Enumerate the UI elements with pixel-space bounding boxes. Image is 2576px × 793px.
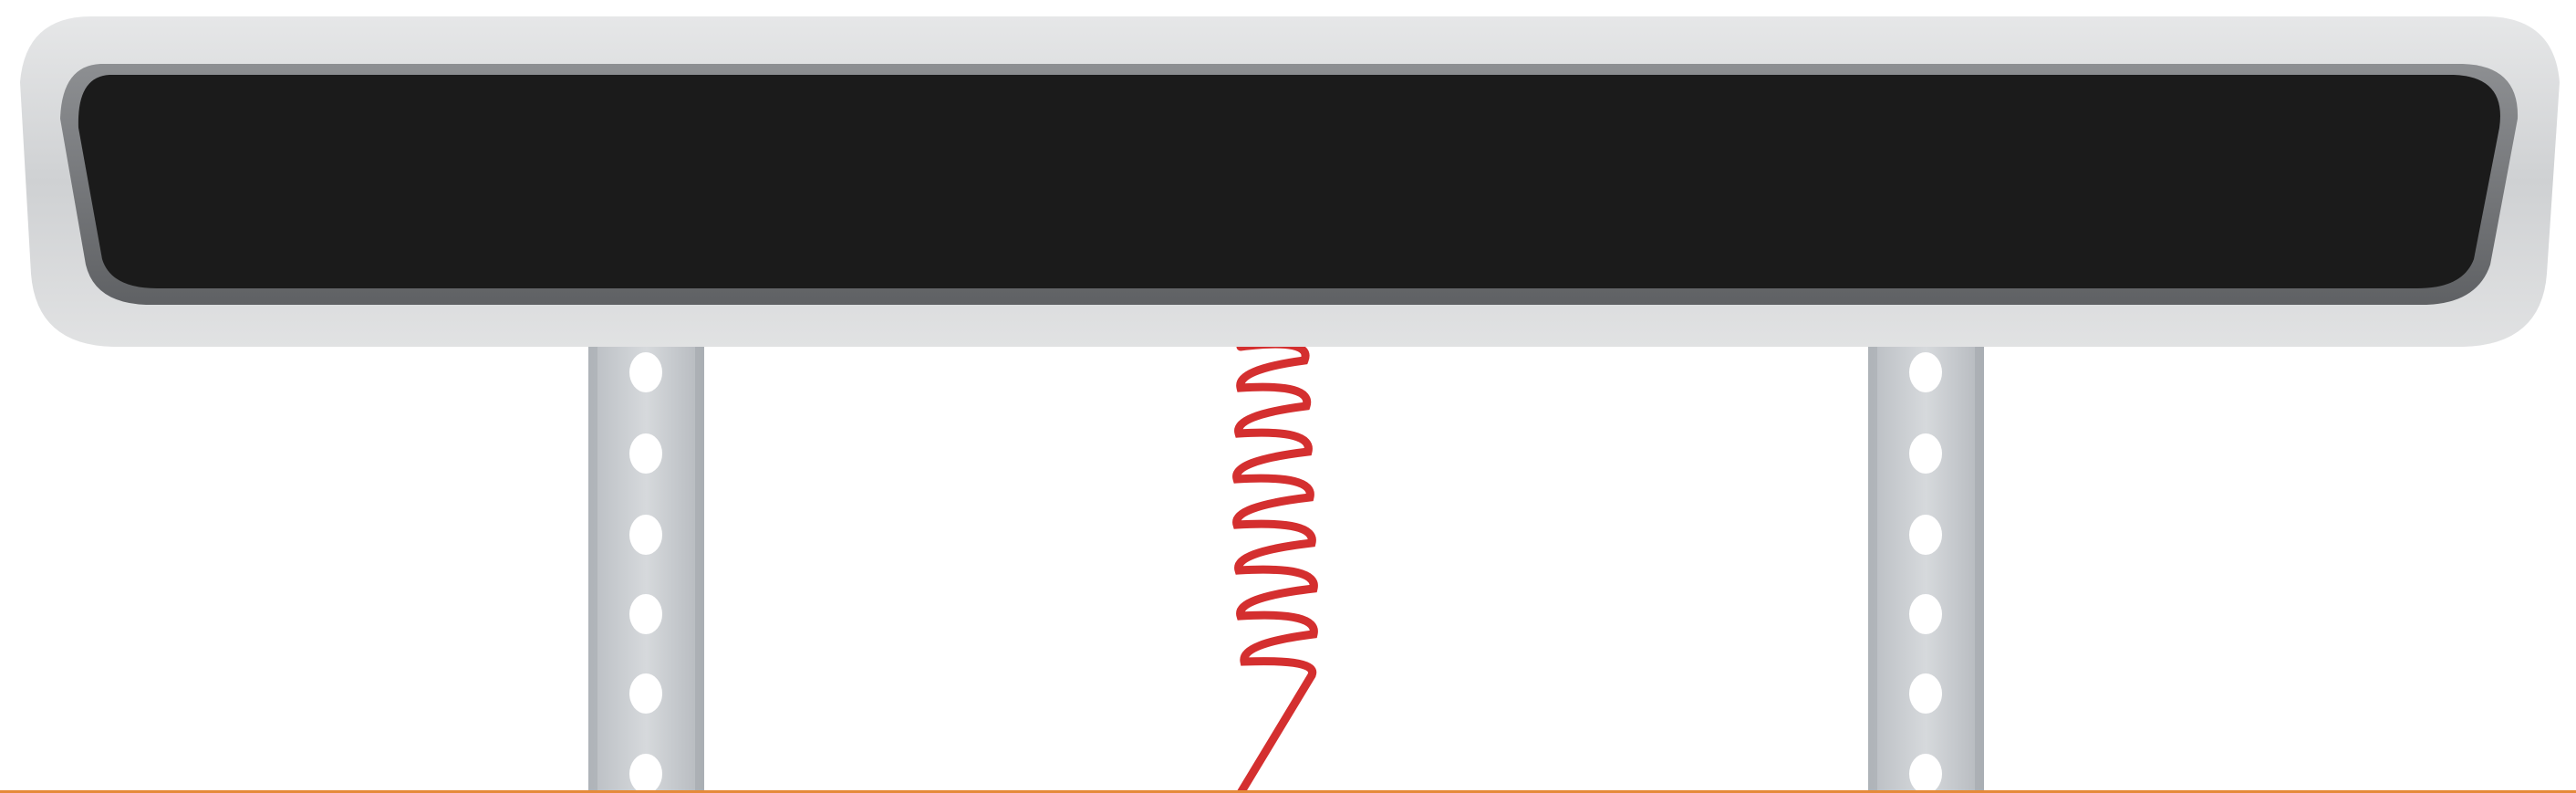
post-hole xyxy=(1909,515,1942,555)
post-hole xyxy=(629,515,662,555)
post-hole xyxy=(1909,352,1942,392)
right-post xyxy=(1868,342,1984,793)
post-hole xyxy=(1909,673,1942,714)
post-hole xyxy=(629,433,662,474)
post-hole xyxy=(629,673,662,714)
post-hole xyxy=(1909,433,1942,474)
post-hole xyxy=(1909,754,1942,793)
post-hole xyxy=(1909,594,1942,634)
display-panel xyxy=(78,75,2500,288)
signboard-illustration xyxy=(0,16,2576,793)
post-hole xyxy=(629,754,662,793)
signboard-scene xyxy=(0,0,2576,793)
left-post xyxy=(588,342,704,793)
post-hole xyxy=(629,352,662,392)
post-hole xyxy=(629,594,662,634)
coiled-cable xyxy=(1232,339,1318,793)
